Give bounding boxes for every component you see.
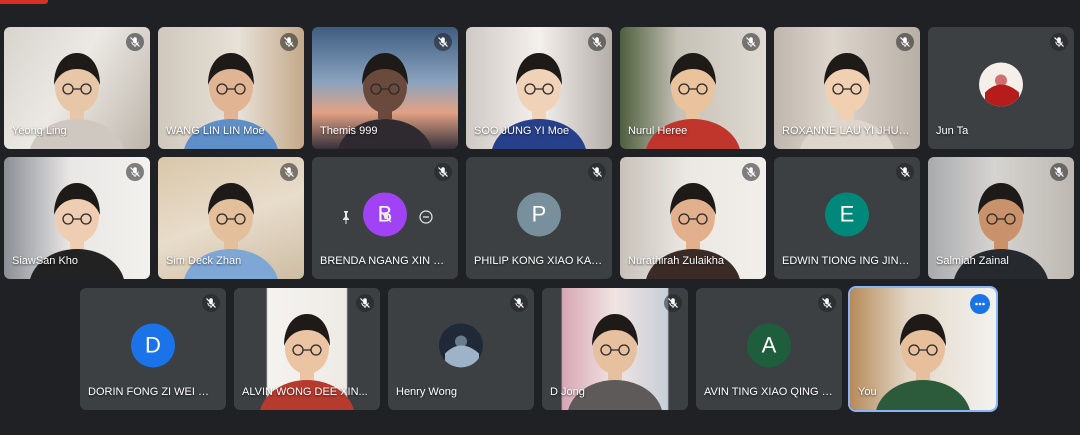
mic-off-icon	[356, 294, 374, 312]
participant-name: AVIN TING XIAO QING M...	[704, 386, 834, 398]
participant-tile[interactable]: D DORIN FONG ZI WEI Moe	[80, 288, 226, 410]
participant-tile[interactable]: WANG LIN LIN Moe	[158, 27, 304, 149]
participant-tile[interactable]: Henry Wong	[388, 288, 534, 410]
participant-avatar: D	[131, 323, 175, 368]
mic-off-icon	[434, 33, 452, 51]
participant-tile[interactable]: Salmiah Zainal	[928, 157, 1074, 279]
mic-off-icon	[434, 163, 452, 181]
participant-name: DORIN FONG ZI WEI Moe	[88, 386, 218, 398]
mic-off-icon	[588, 33, 606, 51]
participant-grid: Yeong Ling WANG LIN LIN Moe Themis 999 S…	[0, 0, 1080, 435]
participant-avatar: A	[747, 323, 791, 368]
mic-off-icon	[202, 294, 220, 312]
mic-off-icon	[510, 294, 528, 312]
participant-tile[interactable]: A AVIN TING XIAO QING M...	[696, 288, 842, 410]
participant-avatar: E	[825, 192, 869, 237]
participant-name: Sim Deck Zhan	[166, 255, 242, 267]
participant-name: Jun Ta	[936, 125, 969, 137]
participant-name: PHILIP KONG XIAO KAN...	[474, 255, 604, 267]
participant-name: ALVIN WONG DEE XIN...	[242, 386, 368, 398]
participant-name: WANG LIN LIN Moe	[166, 125, 265, 137]
mic-off-icon	[588, 163, 606, 181]
participant-tile[interactable]: Nurul Heree	[620, 27, 766, 149]
participant-avatar	[979, 62, 1023, 107]
participant-name: SiawSan Kho	[12, 255, 79, 267]
participant-name: EDWIN TIONG ING JING ...	[782, 255, 912, 267]
participant-name: Nurathirah Zulaikha	[628, 255, 724, 267]
mic-off-icon	[742, 163, 760, 181]
participant-name: Yeong Ling	[12, 125, 67, 137]
participant-tile[interactable]: SiawSan Kho	[4, 157, 150, 279]
participant-name: Henry Wong	[396, 386, 457, 398]
participant-tile[interactable]: ALVIN WONG DEE XIN...	[234, 288, 380, 410]
participant-name: You	[858, 386, 877, 398]
participant-name: ROXANNE LAU YI JHUN...	[782, 125, 912, 137]
participant-tile[interactable]: Yeong Ling	[4, 27, 150, 149]
participant-tile[interactable]: Themis 999	[312, 27, 458, 149]
participant-tile[interactable]: D Jong	[542, 288, 688, 410]
pin-icon[interactable]	[336, 207, 356, 227]
mute-participant-icon[interactable]	[376, 207, 396, 227]
participant-name: Salmiah Zainal	[936, 255, 1009, 267]
mic-off-icon	[896, 163, 914, 181]
more-options-icon[interactable]	[970, 294, 990, 314]
participant-tile[interactable]: SOO JUNG YI Moe	[466, 27, 612, 149]
mic-off-icon	[818, 294, 836, 312]
participant-tile[interactable]: ROXANNE LAU YI JHUN...	[774, 27, 920, 149]
participant-tile[interactable]: Jun Ta	[928, 27, 1074, 149]
participant-tile[interactable]: Nurathirah Zulaikha	[620, 157, 766, 279]
mic-off-icon	[664, 294, 682, 312]
participant-name: SOO JUNG YI Moe	[474, 125, 570, 137]
mic-off-icon	[280, 163, 298, 181]
mic-off-icon	[126, 163, 144, 181]
participant-tile[interactable]: P PHILIP KONG XIAO KAN...	[466, 157, 612, 279]
mic-off-icon	[896, 33, 914, 51]
participant-tile[interactable]: E EDWIN TIONG ING JING ...	[774, 157, 920, 279]
mic-off-icon	[1050, 33, 1068, 51]
participant-tile[interactable]: B BRENDA NGANG XIN HU...	[312, 157, 458, 279]
participant-tile[interactable]: Sim Deck Zhan	[158, 157, 304, 279]
participant-avatar: P	[517, 192, 561, 237]
participant-name: Nurul Heree	[628, 125, 688, 137]
participant-name: BRENDA NGANG XIN HU...	[320, 255, 450, 267]
tile-hover-controls	[336, 203, 436, 231]
participant-avatar	[439, 323, 483, 368]
remove-icon[interactable]	[416, 207, 436, 227]
participant-name: D Jong	[550, 386, 585, 398]
mic-off-icon	[1050, 163, 1068, 181]
mic-off-icon	[742, 33, 760, 51]
participant-name: Themis 999	[320, 125, 378, 137]
mic-off-icon	[126, 33, 144, 51]
mic-off-icon	[280, 33, 298, 51]
self-video-tile[interactable]: You	[850, 288, 996, 410]
